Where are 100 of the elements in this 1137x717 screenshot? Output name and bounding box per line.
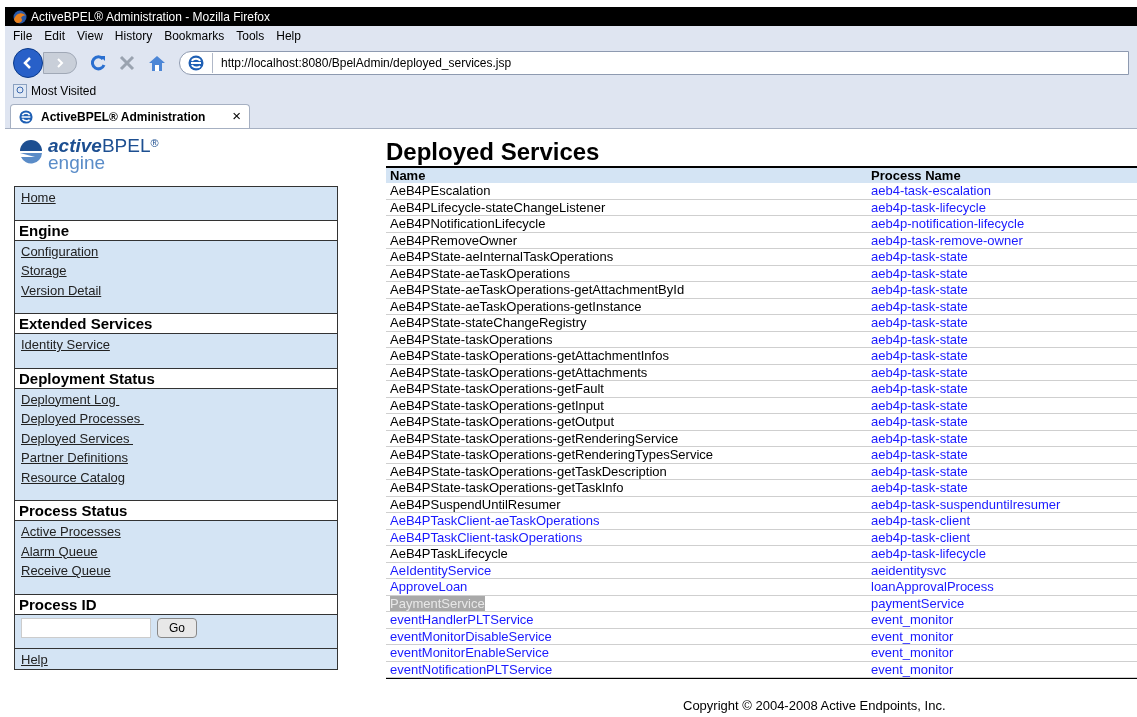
service-link[interactable]: eventHandlerPLTService (390, 612, 534, 627)
process-link[interactable]: aeb4p-task-state (871, 447, 968, 462)
sidebar-link[interactable]: Deployment Log (21, 391, 120, 407)
service-name: AeB4PState-taskOperations-getFault (390, 381, 604, 396)
process-link[interactable]: aeb4p-task-state (871, 430, 968, 446)
sidebar-link[interactable]: Configuration (21, 243, 99, 259)
sidebar-link[interactable]: Active Processes (21, 524, 121, 539)
process-link[interactable]: aeb4p-task-state (871, 315, 968, 330)
bookmark-item[interactable]: Most Visited (13, 82, 97, 100)
browser-tab[interactable]: ActiveBPEL® Administration × (10, 104, 250, 128)
home-icon[interactable] (147, 54, 167, 72)
process-link[interactable]: event_monitor (871, 612, 954, 627)
service-name: AeB4PState-taskOperations-getTaskInfo (390, 480, 624, 495)
service-name: AeB4PState-aeTaskOperations-getInstance (390, 298, 642, 314)
menu-item[interactable]: Help (276, 27, 301, 45)
service-link[interactable]: eventMonitorEnableService (390, 645, 549, 660)
sidebar-link[interactable]: Receive Queue (21, 563, 111, 578)
column-header: Process Name (871, 168, 961, 183)
sidebar-link[interactable]: Version Detail (21, 282, 102, 298)
stop-icon[interactable] (119, 55, 135, 71)
service-link[interactable]: eventNotificationPLTService (390, 661, 553, 677)
service-name: AeB4PLifecycle-stateChangeListener (390, 199, 606, 215)
menu-item[interactable]: View (77, 27, 103, 45)
sidebar-link[interactable]: Storage (21, 263, 67, 278)
process-link[interactable]: aeb4p-task-remove-owner (871, 232, 1023, 248)
process-link[interactable]: event_monitor (871, 628, 954, 644)
menu-item[interactable]: Tools (236, 27, 265, 45)
service-name: AeB4PState-taskOperations-getInput (390, 397, 604, 413)
process-link[interactable]: aeb4p-task-state (871, 249, 968, 264)
process-link[interactable]: aeb4p-task-state (871, 331, 968, 347)
menu-item[interactable]: File (13, 27, 33, 45)
process-link[interactable]: aeb4p-task-state (871, 298, 968, 314)
process-link[interactable]: aeidentitysvc (871, 562, 947, 578)
site-icon (188, 55, 204, 71)
service-name: AeB4PState-stateChangeRegistry (390, 315, 587, 330)
process-link[interactable]: aeb4p-task-suspenduntilresumer (871, 496, 1061, 512)
process-link[interactable]: aeb4p-task-lifecycle (871, 199, 986, 215)
service-name: AeB4PRemoveOwner (390, 232, 518, 248)
process-link[interactable]: aeb4p-task-state (871, 414, 968, 429)
section-heading: Extended Services (15, 314, 337, 334)
logo: activeBPEL$^{®}$ engine (14, 137, 386, 186)
site-icon (19, 109, 33, 124)
sidebar-link[interactable]: Help (21, 651, 48, 667)
process-link[interactable]: aeb4p-task-client (871, 529, 970, 545)
section-heading: Deployment Status (15, 368, 337, 389)
service-name: AeB4PState-taskOperations-getRenderingService (390, 430, 679, 446)
service-name: AeB4PState-aeInternalTaskOperations (390, 249, 614, 264)
go-button[interactable]: Go (157, 617, 197, 638)
service-link[interactable]: ApproveLoan (390, 579, 468, 594)
process-link[interactable]: paymentService (871, 595, 965, 611)
service-link[interactable]: AeB4PTaskClient-aeTaskOperations (390, 513, 600, 528)
process-link[interactable]: loanApprovalProcess (871, 579, 994, 594)
process-link[interactable]: aeb4p-task-state (871, 364, 968, 380)
sidebar-link[interactable]: Partner Definitions (21, 450, 128, 465)
section-heading: Process ID (15, 594, 337, 615)
menu-item[interactable]: History (114, 27, 153, 45)
service-name: AeB4PState-taskOperations-getRenderingTypesService (390, 447, 713, 462)
sidebar-link[interactable]: Alarm Queue (21, 543, 98, 559)
fox-globe-icon (13, 9, 27, 24)
section-heading: Process Status (15, 501, 337, 521)
copyright-text: Copyright © 2004-2008 Active Endpoints, Inc. (683, 698, 946, 713)
service-name: AeB4PEscalation (390, 183, 491, 198)
process-link[interactable]: event_monitor (871, 645, 954, 660)
address-bar[interactable]: http://localhost:8080/BpelAdmin/deployed_services.jsp (179, 51, 1129, 75)
process-link[interactable]: event_monitor (871, 661, 954, 677)
service-name: AeB4PState-taskOperations-getTaskDescription (390, 463, 667, 479)
service-name: AeB4PState-taskOperations-getAttachmentInfos (390, 348, 669, 363)
process-link[interactable]: aeb4-task-escalation (871, 183, 991, 198)
section-heading: Engine (15, 220, 337, 241)
menu-item[interactable]: Edit (44, 27, 66, 45)
process-link[interactable]: aeb4p-notification-lifecycle (871, 216, 1025, 231)
page-title: Deployed Services (386, 138, 601, 166)
process-link[interactable]: aeb4p-task-lifecycle (871, 546, 986, 561)
process-link[interactable]: aeb4p-task-state (871, 480, 968, 495)
sidebar-link[interactable]: Home (21, 190, 56, 205)
service-link[interactable]: AeB4PTaskClient-taskOperations (390, 529, 583, 545)
sidebar-link[interactable]: Deployed Services (21, 430, 133, 446)
process-link[interactable]: aeb4p-task-state (871, 265, 968, 281)
process-link[interactable]: aeb4p-task-state (871, 381, 968, 396)
service-name: AeB4PState-taskOperations-getOutput (390, 414, 614, 429)
process-id-field[interactable] (21, 617, 151, 638)
service-link[interactable]: eventMonitorDisableService (390, 628, 552, 644)
sidebar-link[interactable]: Identity Service (21, 337, 110, 352)
back-button[interactable] (13, 48, 43, 78)
service-name: AeB4PState-taskOperations-getAttachments (390, 364, 648, 380)
reload-icon[interactable] (89, 54, 107, 72)
service-name: AeB4PNotificationLifecycle (390, 216, 546, 231)
process-link[interactable]: aeb4p-task-state (871, 463, 968, 479)
process-link[interactable]: aeb4p-task-state (871, 282, 968, 297)
menu-item[interactable]: Bookmarks (164, 27, 225, 45)
close-tab-button[interactable]: × (232, 105, 241, 128)
process-link[interactable]: aeb4p-task-state (871, 348, 968, 363)
column-header: Name (390, 168, 426, 183)
service-name: AeB4PState-aeTaskOperations (390, 265, 570, 281)
process-link[interactable]: aeb4p-task-state (871, 397, 968, 413)
service-name: AeB4PSuspendUntilResumer (390, 496, 561, 512)
service-link[interactable]: AeIdentityService (390, 562, 492, 578)
sidebar-link[interactable]: Deployed Processes (21, 411, 144, 426)
sidebar-link[interactable]: Resource Catalog (21, 469, 126, 485)
process-link[interactable]: aeb4p-task-client (871, 513, 970, 528)
